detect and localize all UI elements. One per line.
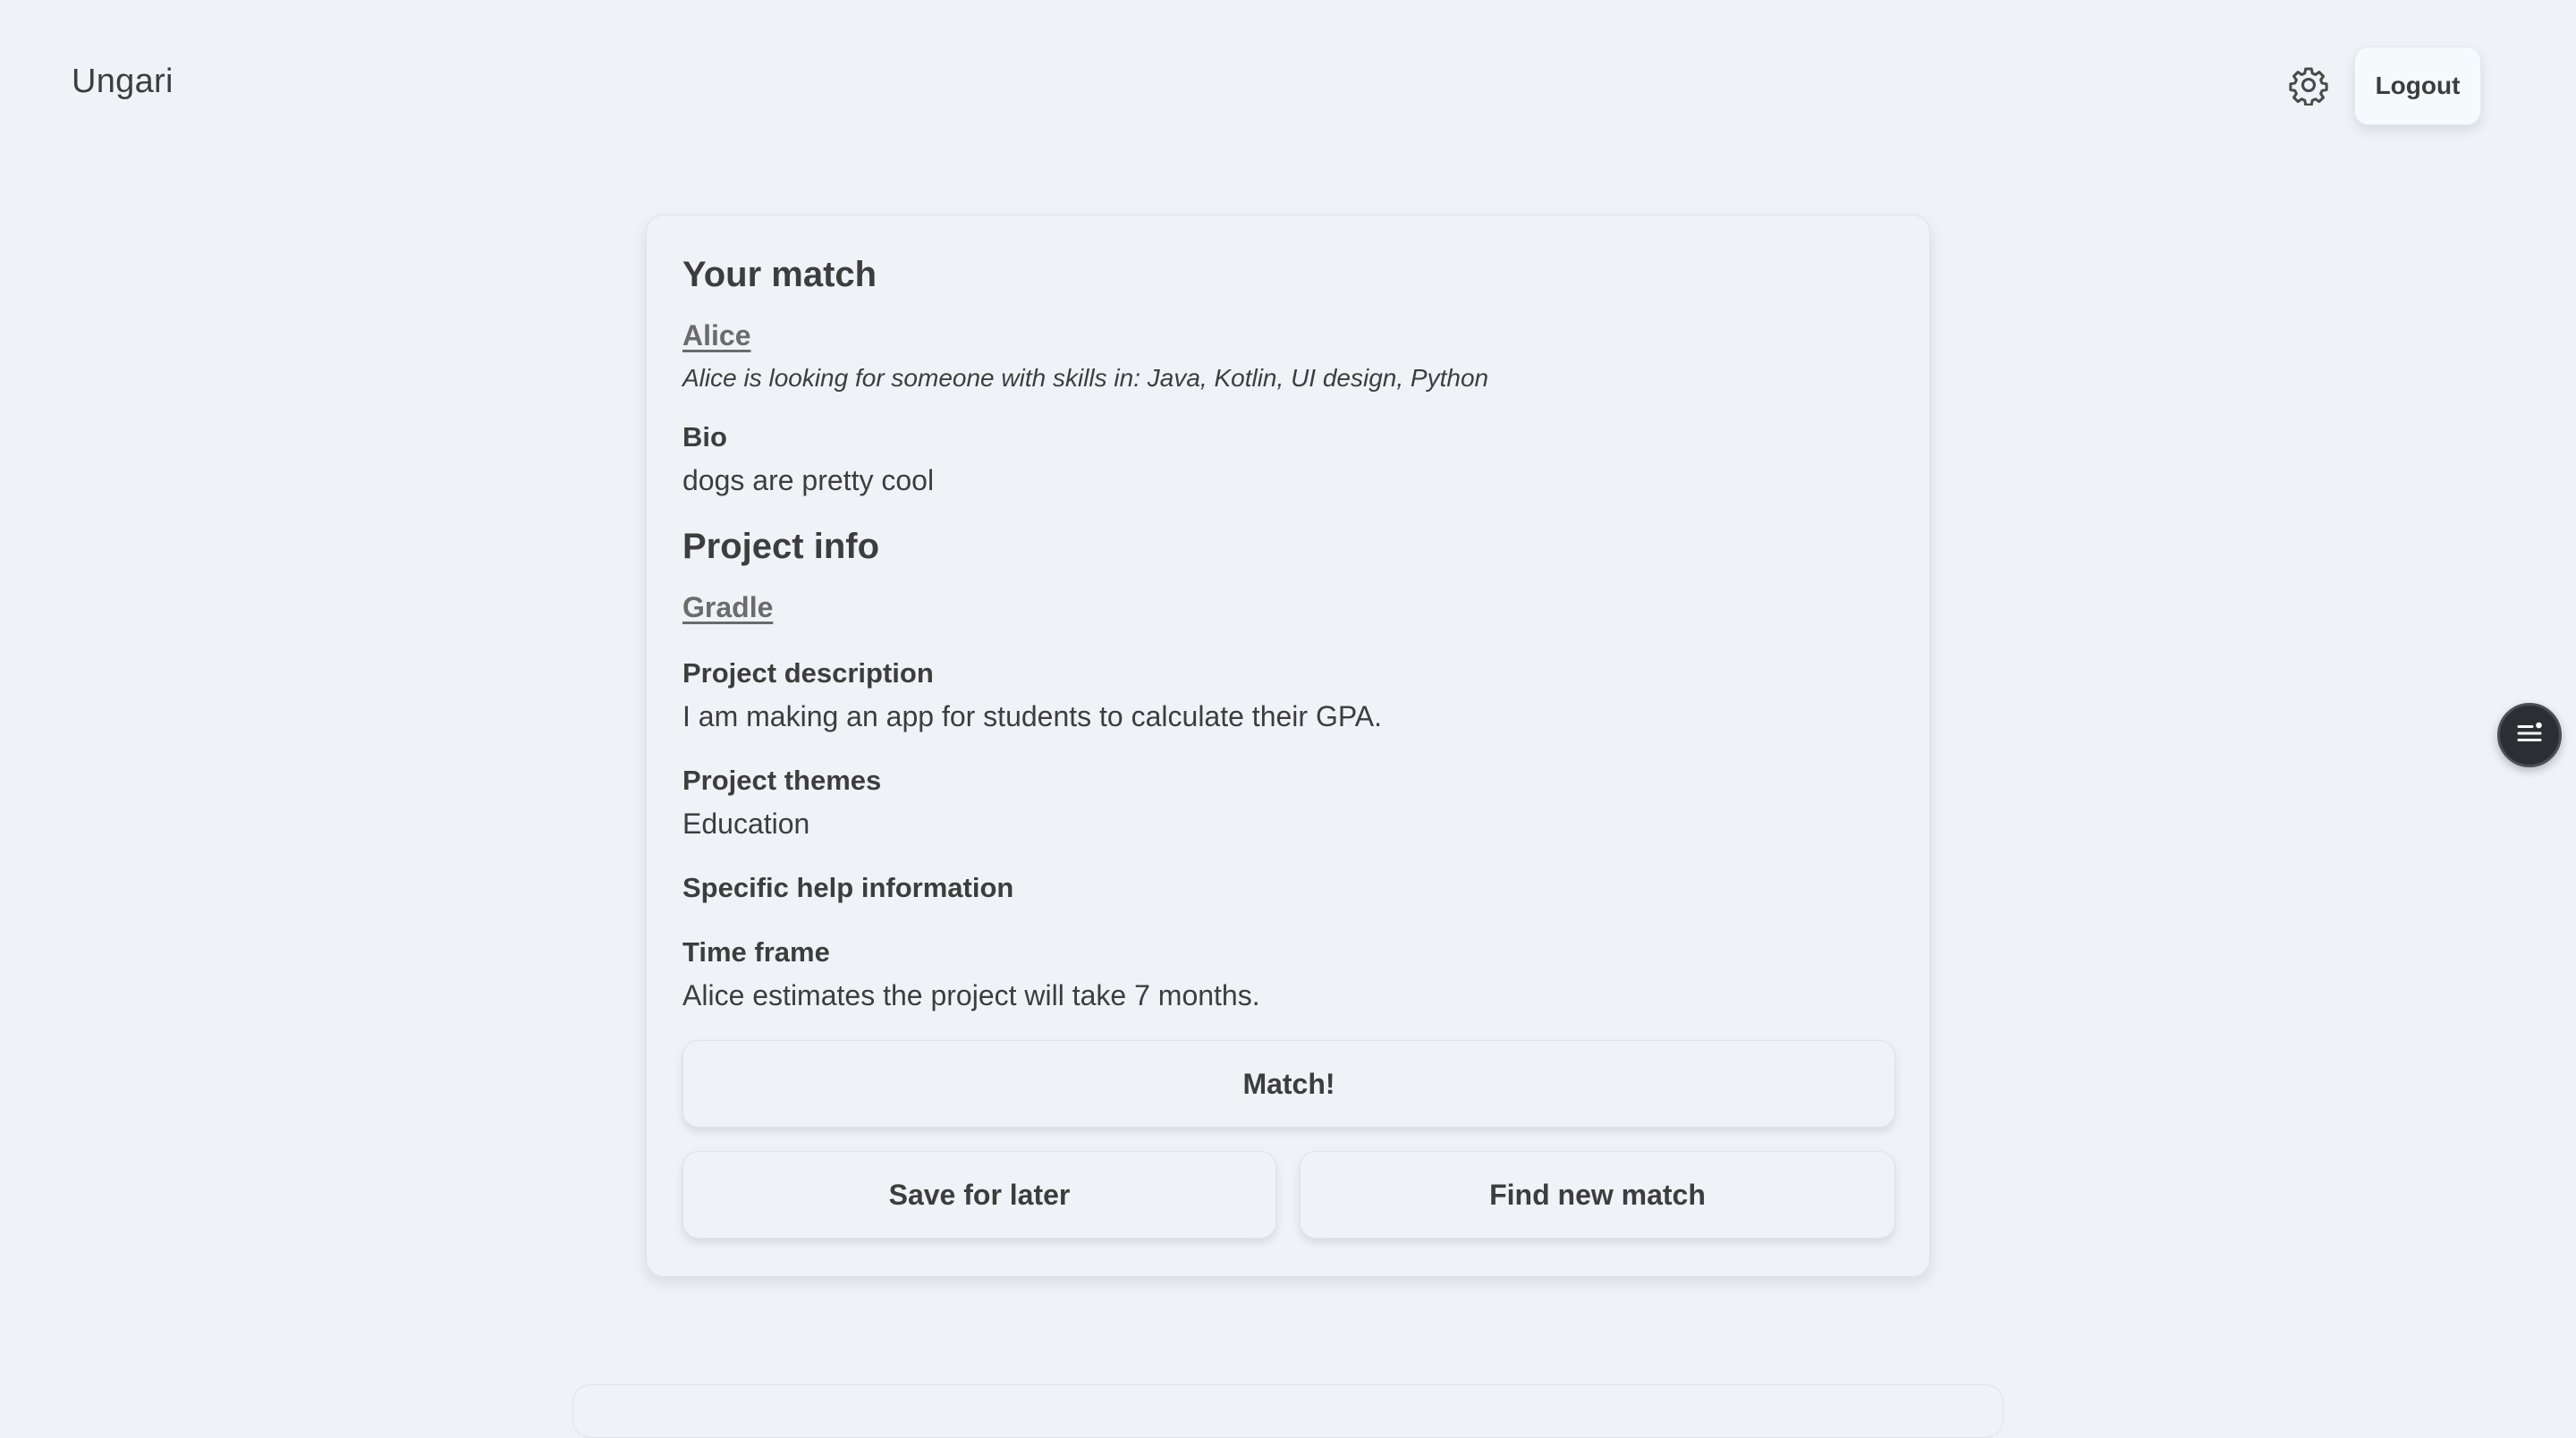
app-brand[interactable]: Ungari xyxy=(72,63,174,101)
project-name-link[interactable]: Gradle xyxy=(682,591,773,624)
logout-button[interactable]: Logout xyxy=(2354,47,2481,125)
gear-icon[interactable] xyxy=(2288,64,2329,106)
project-info-heading: Project info xyxy=(682,527,880,566)
project-themes-label: Project themes xyxy=(682,765,882,796)
your-match-heading: Your match xyxy=(682,255,877,294)
floating-menu-button[interactable] xyxy=(2497,703,2562,767)
save-for-later-button[interactable]: Save for later xyxy=(682,1151,1276,1239)
project-description-value: I am making an app for students to calcu… xyxy=(682,700,1383,732)
bio-label: Bio xyxy=(682,421,727,453)
time-frame-value: Alice estimates the project will take 7 … xyxy=(682,979,1260,1011)
bio-value: dogs are pretty cool xyxy=(682,464,935,496)
specific-help-label: Specific help information xyxy=(682,872,1014,903)
project-description-label: Project description xyxy=(682,657,934,689)
skills-text: Alice is looking for someone with skills… xyxy=(682,364,1489,392)
menu-list-icon xyxy=(2513,717,2546,754)
app-header: Ungari Logout xyxy=(0,0,2576,170)
match-button[interactable]: Match! xyxy=(682,1040,1895,1128)
match-card: Your match Alice Alice is looking for so… xyxy=(646,215,1930,1277)
find-new-match-button[interactable]: Find new match xyxy=(1300,1151,1895,1239)
match-name-link[interactable]: Alice xyxy=(682,319,750,352)
next-card xyxy=(572,1384,2004,1438)
project-themes-value: Education xyxy=(682,808,810,840)
time-frame-label: Time frame xyxy=(682,936,830,968)
